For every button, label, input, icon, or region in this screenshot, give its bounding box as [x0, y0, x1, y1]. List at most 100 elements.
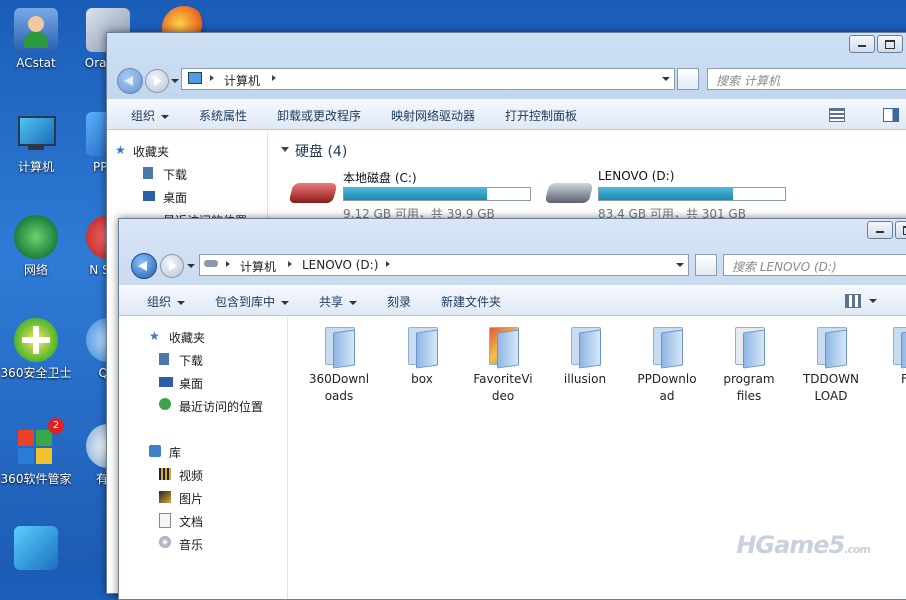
breadcrumb-computer[interactable]: 计算机 [224, 72, 260, 89]
folder-item[interactable]: F [873, 325, 906, 388]
nav-desktop[interactable]: 桌面 [143, 189, 187, 206]
recent-places-icon [159, 398, 171, 410]
computer-icon [188, 72, 202, 84]
desktop-icon [159, 377, 173, 387]
desktop-icon-acstat[interactable]: ACstat [0, 8, 72, 71]
folder-icon [891, 325, 906, 369]
chevron-right-icon [288, 261, 292, 267]
breadcrumb-computer[interactable]: 计算机 [240, 258, 276, 275]
nav-recent-places[interactable]: 最近访问的位置 [159, 398, 263, 415]
command-bar: 组织 包含到库中 共享 刻录 新建文件夹 [119, 285, 906, 316]
view-options-icon[interactable] [829, 108, 845, 122]
organize-button[interactable]: 组织 [131, 107, 170, 124]
hard-drive-icon [544, 183, 594, 203]
chevron-down-icon[interactable] [676, 263, 684, 267]
system-properties-button[interactable]: 系统属性 [199, 107, 247, 124]
network-icon [14, 215, 58, 259]
app-icon [14, 526, 58, 570]
back-button[interactable] [131, 253, 157, 279]
folder-name: illusion [563, 372, 607, 386]
breadcrumb-lenovo-d[interactable]: LENOVO (D:) [302, 258, 378, 272]
open-control-panel-button[interactable]: 打开控制面板 [505, 107, 577, 124]
chevron-right-icon [226, 261, 230, 267]
desktop-icon [143, 191, 155, 201]
folder-name: box [411, 372, 433, 386]
view-options-icon[interactable] [845, 294, 861, 308]
nav-favorites[interactable]: ★ 收藏夹 [149, 329, 205, 346]
hard-drive-icon [288, 183, 338, 203]
folder-item[interactable]: illusion [547, 325, 623, 388]
folder-name: TDDOWN [802, 372, 860, 386]
nav-libraries[interactable]: 库 [149, 444, 181, 461]
share-button[interactable]: 共享 [319, 293, 358, 310]
maximize-button[interactable] [895, 221, 906, 239]
maximize-button[interactable] [877, 35, 903, 53]
nav-favorites[interactable]: ★ 收藏夹 [115, 143, 169, 160]
nav-desktop[interactable]: 桌面 [159, 375, 203, 392]
folder-item[interactable]: program files [711, 325, 787, 405]
forward-button[interactable] [160, 254, 184, 278]
folder-name: deo [491, 389, 515, 403]
include-in-library-button[interactable]: 包含到库中 [215, 293, 290, 310]
search-input[interactable]: 搜索 计算机 [707, 68, 906, 90]
refresh-button[interactable] [695, 254, 717, 276]
chevron-right-icon [386, 261, 390, 267]
chevron-down-icon[interactable] [869, 299, 877, 303]
chevron-down-icon[interactable] [662, 77, 670, 81]
chevron-down-icon [161, 114, 170, 119]
drive-d-usage-bar [598, 187, 786, 201]
folder-name: FavoriteVi [473, 372, 533, 386]
preview-pane-icon[interactable] [883, 108, 899, 122]
desktop-icon-app-bottom[interactable] [0, 526, 72, 574]
nav-pictures[interactable]: 图片 [159, 490, 203, 507]
nav-videos[interactable]: 视频 [159, 467, 203, 484]
desktop-icon-computer[interactable]: 计算机 [0, 112, 72, 175]
burn-button[interactable]: 刻录 [387, 293, 411, 310]
folder-icon [487, 325, 519, 369]
group-header-hard-disks[interactable]: 硬盘 (4) [281, 141, 347, 161]
folder-item[interactable]: TDDOWN LOAD [793, 325, 869, 405]
forward-button[interactable] [145, 69, 169, 93]
folder-name: 360Downl [308, 372, 370, 386]
minimize-button[interactable] [849, 35, 875, 53]
folder-item[interactable]: PPDownlo ad [629, 325, 705, 405]
uninstall-program-button[interactable]: 卸载或更改程序 [277, 107, 361, 124]
desktop-icon-label: 网络 [23, 263, 48, 277]
search-input[interactable]: 搜索 LENOVO (D:) [723, 254, 906, 276]
map-network-drive-button[interactable]: 映射网络驱动器 [391, 107, 475, 124]
organize-button[interactable]: 组织 [147, 293, 186, 310]
address-bar[interactable]: 计算机 LENOVO (D:) [199, 254, 689, 276]
folder-item[interactable]: 360Downl oads [301, 325, 377, 405]
nav-music[interactable]: 音乐 [159, 536, 203, 553]
folder-icon [323, 325, 355, 369]
back-button[interactable] [117, 68, 143, 94]
folder-name: PPDownlo [637, 372, 697, 386]
drive-d-name: LENOVO (D:) [598, 169, 675, 183]
desktop-icon-network[interactable]: 网络 [0, 215, 72, 278]
new-folder-button[interactable]: 新建文件夹 [441, 293, 501, 310]
folder-name: program [723, 372, 775, 386]
desktop-icon-360-software[interactable]: 2 360软件管家 [0, 418, 72, 487]
nav-documents[interactable]: 文档 [159, 513, 203, 530]
desktop-icon-label: ACstat [16, 56, 56, 70]
computer-icon [14, 112, 58, 156]
folder-icon [406, 325, 438, 369]
nav-downloads[interactable]: 下载 [159, 352, 203, 369]
desktop-icon-360-safe[interactable]: 360安全卫士 [0, 318, 72, 381]
address-bar[interactable]: 计算机 [181, 68, 675, 90]
nav-downloads[interactable]: 下载 [143, 166, 187, 183]
recent-pages-icon[interactable] [187, 264, 195, 268]
desktop-icon-label: 360软件管家 [0, 472, 72, 486]
minimize-button[interactable] [867, 221, 893, 239]
folder-name: oads [324, 389, 354, 403]
picture-icon [159, 491, 171, 503]
recent-pages-icon[interactable] [171, 79, 179, 83]
chevron-down-icon [177, 300, 186, 305]
drive-c[interactable]: 本地磁盘 (C:) 9.12 GB 可用，共 39.9 GB [287, 165, 547, 221]
folder-item[interactable]: box [384, 325, 460, 388]
drive-d[interactable]: LENOVO (D:) 83.4 GB 可用，共 301 GB [543, 165, 803, 221]
refresh-button[interactable] [677, 68, 699, 90]
drive-icon [204, 260, 218, 267]
folder-item[interactable]: FavoriteVi deo [465, 325, 541, 405]
360-safe-icon [14, 318, 58, 362]
